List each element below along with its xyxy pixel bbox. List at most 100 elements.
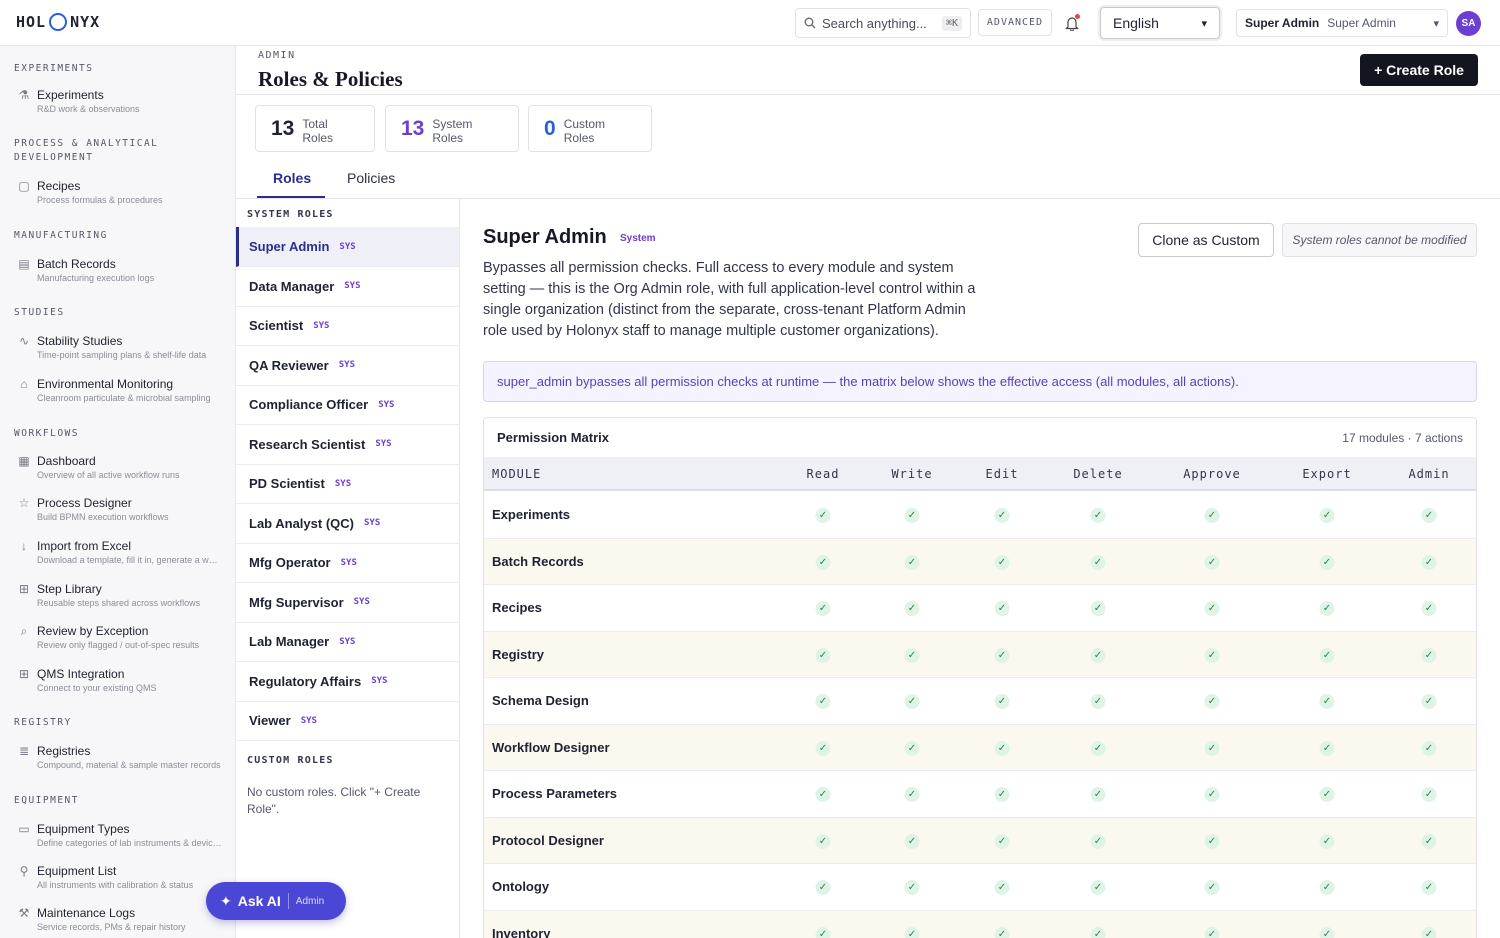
runtime-bypass-notice: super_admin bypasses all permission chec… xyxy=(483,361,1477,402)
custom-roles-heading: CUSTOM ROLES xyxy=(247,755,334,766)
role-list-item[interactable]: Regulatory Affairs SYS xyxy=(236,662,459,702)
sys-badge: SYS xyxy=(375,439,392,449)
check-icon: ✓ xyxy=(994,880,1010,895)
check-icon: ✓ xyxy=(815,601,831,616)
check-icon: ✓ xyxy=(1319,880,1335,895)
ask-ai-context: Admin xyxy=(295,895,325,907)
sidebar-item[interactable]: ⊞ QMS Integration Connect to your existing… xyxy=(0,667,235,703)
sidebar-item[interactable]: ⚗ Experiments R&D work & observations xyxy=(0,88,235,124)
grid-icon: ▦ xyxy=(18,454,30,468)
sidebar-item[interactable]: ↓ Import from Excel Download a template, f… xyxy=(0,539,235,575)
brand-logo[interactable]: HOL NYX xyxy=(16,13,100,31)
check-icon: ✓ xyxy=(1421,880,1437,895)
role-name: Research Scientist xyxy=(249,436,366,452)
matrix-header: MODULE Read Write Edit Delete Approve Export A… xyxy=(484,457,1476,491)
chevron-down-icon: ▾ xyxy=(1433,17,1439,30)
sidebar-item[interactable]: ▢ Recipes Process formulas & procedures xyxy=(0,179,235,215)
check-icon: ✓ xyxy=(904,740,920,756)
sidebar-item[interactable]: ⚲ Equipment List All instruments with cali… xyxy=(0,864,235,900)
check-icon: ✓ xyxy=(815,787,831,802)
clone-as-custom-button[interactable]: Clone as Custom xyxy=(1138,223,1274,257)
check-icon: ✓ xyxy=(1090,833,1106,849)
role-list-item[interactable]: Scientist SYS xyxy=(236,306,459,346)
role-list-item[interactable]: Mfg Operator SYS xyxy=(236,543,459,583)
check-icon: ✓ xyxy=(1319,787,1335,802)
check-icon: ✓ xyxy=(815,880,831,895)
sidebar-item-label: Batch Records xyxy=(37,257,116,271)
sidebar-item[interactable]: ▦ Dashboard Overview of all active workflo… xyxy=(0,454,235,490)
sidebar-item[interactable]: ⌂ Environmental Monitoring Cleanroom parti… xyxy=(0,377,235,413)
ask-ai-button[interactable]: ✦ Ask AI Admin xyxy=(206,882,346,920)
sidebar-item[interactable]: ≣ Registries Compound, material & sample m… xyxy=(0,744,235,780)
check-icon: ✓ xyxy=(1090,787,1106,802)
module-name: Schema Design xyxy=(492,693,589,708)
check-icon: ✓ xyxy=(1090,554,1106,570)
sidebar-item[interactable]: ∿ Stability Studies Time-point sampling pl… xyxy=(0,334,235,370)
chevron-down-icon: ▾ xyxy=(1201,17,1207,30)
sidebar-item-subtitle: Cleanroom particulate & microbial sampli… xyxy=(37,393,211,403)
role-list-item[interactable]: Data Manager SYS xyxy=(236,267,459,307)
sys-badge: SYS xyxy=(334,478,352,489)
user-menu[interactable]: Super Admin Super Admin ▾ xyxy=(1236,9,1448,37)
sidebar-item[interactable]: ⊞ Step Library Reusable steps shared acros… xyxy=(0,582,235,618)
stat-label: Total Roles xyxy=(302,117,334,145)
role-list-item[interactable]: Super Admin SYS xyxy=(236,227,459,267)
clipboard-icon: ▤ xyxy=(18,257,30,271)
role-list-item[interactable]: QA Reviewer SYS xyxy=(236,346,459,386)
sys-badge: SYS xyxy=(313,320,330,331)
stat-label: Custom Roles xyxy=(563,117,606,145)
breadcrumb[interactable]: ADMIN xyxy=(258,50,296,61)
check-icon: ✓ xyxy=(1421,647,1437,663)
check-icon: ✓ xyxy=(904,926,920,938)
check-icon: ✓ xyxy=(1204,926,1220,938)
stat-system-roles: 13 System Roles xyxy=(385,105,519,152)
check-icon: ✓ xyxy=(904,787,920,802)
user-name: Super Admin xyxy=(1245,16,1320,30)
ask-ai-label: Ask AI xyxy=(237,893,281,909)
database-icon: ≣ xyxy=(18,744,30,758)
check-icon: ✓ xyxy=(994,601,1010,616)
sidebar-item-label: Environmental Monitoring xyxy=(37,377,174,391)
permission-matrix: Permission Matrix 17 modules · 7 actions… xyxy=(483,417,1477,938)
module-name: Inventory xyxy=(492,925,551,938)
sidebar-item[interactable]: ▭ Equipment Types Define categories of lab… xyxy=(0,822,235,858)
check-icon: ✓ xyxy=(1204,601,1220,616)
sidebar-item[interactable]: ▤ Batch Records Manufacturing execution lo… xyxy=(0,257,235,293)
search-input[interactable]: Search anything... ⌘K xyxy=(795,8,971,38)
check-icon: ✓ xyxy=(904,694,920,709)
check-icon: ✓ xyxy=(1204,694,1220,709)
sidebar-item-subtitle: Process formulas & procedures xyxy=(37,195,163,205)
brand-text-right: NYX xyxy=(70,13,101,31)
building-icon: ⌂ xyxy=(20,377,28,391)
role-list-item[interactable]: Lab Analyst (QC) SYS xyxy=(236,504,459,544)
action-column-header: Admin xyxy=(1408,467,1450,481)
role-list-item[interactable]: PD Scientist SYS xyxy=(236,464,459,504)
check-icon: ✓ xyxy=(994,740,1010,756)
role-list-item[interactable]: Lab Manager SYS xyxy=(236,622,459,662)
matrix-row: Workflow Designer ✓ ✓ ✓ ✓ ✓ ✓ ✓ xyxy=(484,724,1476,771)
check-icon: ✓ xyxy=(994,787,1010,802)
matrix-row: Recipes ✓ ✓ ✓ ✓ ✓ ✓ ✓ xyxy=(484,585,1476,632)
module-name: Process Parameters xyxy=(492,786,618,801)
notifications-button[interactable] xyxy=(1062,13,1082,33)
role-list-item[interactable]: Mfg Supervisor SYS xyxy=(236,583,459,623)
tab-roles[interactable]: Roles xyxy=(273,170,311,186)
check-icon: ✓ xyxy=(1090,880,1106,895)
role-list-item[interactable]: Research Scientist SYS xyxy=(236,425,459,465)
check-icon: ✓ xyxy=(1090,508,1106,523)
create-role-button[interactable]: + Create Role xyxy=(1360,54,1478,86)
check-icon: ✓ xyxy=(904,880,920,895)
matrix-row: Batch Records ✓ ✓ ✓ ✓ ✓ ✓ ✓ xyxy=(484,538,1476,585)
role-list-item[interactable]: Viewer SYS xyxy=(236,701,459,741)
role-list-item[interactable]: Compliance Officer SYS xyxy=(236,385,459,425)
sidebar-item[interactable]: ☆ Process Designer Build BPMN execution wo… xyxy=(0,496,235,532)
advanced-search-button[interactable]: ADVANCED xyxy=(978,9,1052,36)
language-select[interactable]: English ▾ xyxy=(1100,7,1220,39)
tab-policies[interactable]: Policies xyxy=(347,170,395,186)
check-icon: ✓ xyxy=(1204,554,1220,570)
sidebar-item[interactable]: ⚒ Maintenance Logs Service records, PMs & … xyxy=(0,906,235,938)
avatar[interactable]: SA xyxy=(1456,11,1481,36)
sidebar-item[interactable]: ⌕ Review by Exception Review only flagged … xyxy=(0,624,235,660)
role-name: Regulatory Affairs xyxy=(249,673,362,689)
matrix-row: Inventory ✓ ✓ ✓ ✓ ✓ ✓ ✓ xyxy=(484,910,1476,938)
